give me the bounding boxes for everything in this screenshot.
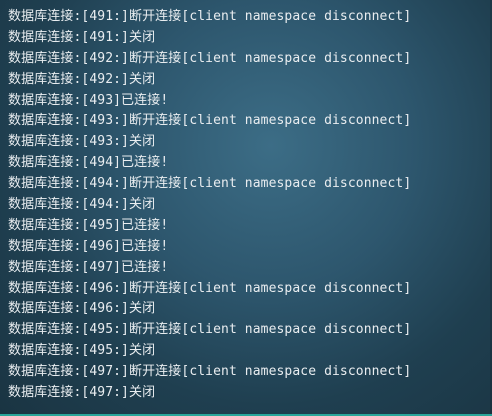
log-list: 数据库连接:[491:]断开连接[client namespace discon…: [8, 7, 411, 404]
log-line: 数据库连接:[496:]断开连接[client namespace discon…: [8, 280, 412, 296]
log-line: 数据库连接:[495:]断开连接[client namespace discon…: [8, 322, 412, 338]
log-line: 数据库连接:[491:]关闭: [8, 29, 156, 45]
log-line: 数据库连接:[496:]关闭: [8, 301, 156, 317]
log-line: 数据库连接:[497]已连接!: [8, 259, 169, 275]
log-line: 数据库连接:[495]已连接!: [8, 217, 169, 233]
log-line: 数据库连接:[494]已连接!: [8, 155, 169, 171]
log-line: 数据库连接:[491:]断开连接[client namespace discon…: [8, 9, 412, 24]
log-line: 数据库连接:[497:]关闭: [8, 385, 156, 401]
log-line: 数据库连接:[494:]关闭: [8, 197, 156, 213]
log-line: 数据库连接:[492:]断开连接[client namespace discon…: [8, 50, 412, 66]
terminal-output[interactable]: 数据库连接:[491:]断开连接[client namespace discon…: [0, 0, 492, 416]
log-line: 数据库连接:[493:]断开连接[client namespace discon…: [8, 113, 412, 129]
log-line: 数据库连接:[495:]关闭: [8, 343, 156, 359]
log-line: 数据库连接:[492:]关闭: [8, 71, 156, 87]
log-line: 数据库连接:[494:]断开连接[client namespace discon…: [8, 176, 412, 192]
log-line: 数据库连接:[496]已连接!: [8, 238, 169, 254]
log-line: 数据库连接:[497:]断开连接[client namespace discon…: [8, 364, 412, 380]
log-line: 数据库连接:[493]已连接!: [8, 92, 169, 108]
log-line: 数据库连接:[493:]关闭: [8, 134, 156, 150]
